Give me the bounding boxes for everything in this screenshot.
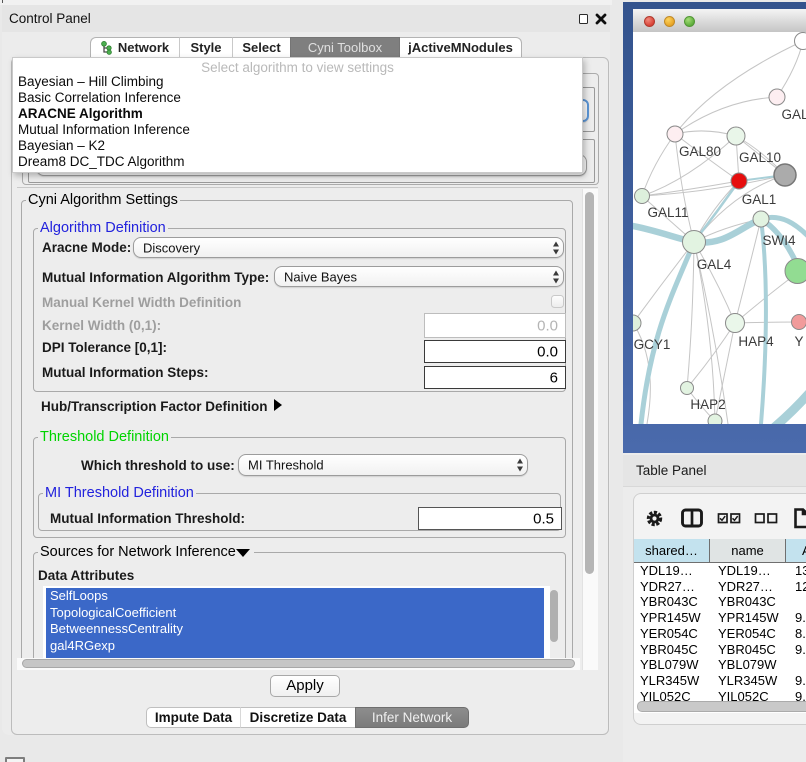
svg-text:Y: Y: [794, 334, 803, 349]
svg-text:HAP2: HAP2: [690, 397, 725, 412]
svg-text:SWI4: SWI4: [762, 233, 795, 248]
svg-text:GCY1: GCY1: [634, 337, 671, 352]
svg-text:GAL80: GAL80: [679, 144, 721, 159]
svg-text:HAP4: HAP4: [738, 334, 774, 349]
svg-text:GAL10: GAL10: [739, 150, 781, 165]
svg-text:GAL: GAL: [781, 107, 806, 122]
svg-text:GAL1: GAL1: [742, 192, 777, 207]
svg-text:GAL11: GAL11: [647, 205, 688, 220]
svg-text:GAL4: GAL4: [697, 257, 732, 272]
